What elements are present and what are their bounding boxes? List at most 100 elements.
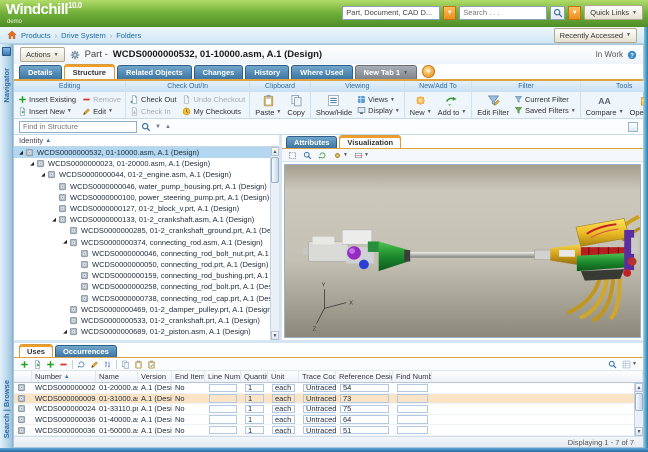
search-button[interactable] <box>550 6 565 20</box>
tab-history[interactable]: History <box>245 65 289 79</box>
column-header-number[interactable]: Number▲ <box>32 371 96 382</box>
tab-structure[interactable]: Structure <box>64 64 115 79</box>
paste-button[interactable]: Paste▼ <box>254 94 282 117</box>
select-button[interactable] <box>288 151 297 160</box>
cell-input-ref_designator[interactable]: 54 <box>340 384 389 393</box>
cell-find_number[interactable] <box>393 404 432 414</box>
column-header-line_number[interactable]: Line Number <box>205 371 241 382</box>
new-tab-button[interactable]: + <box>422 65 435 78</box>
tab-related-objects[interactable]: Related Objects <box>117 65 192 79</box>
reorient-button[interactable] <box>318 151 327 160</box>
cell-quantity[interactable]: 1 <box>241 394 268 404</box>
tree-row[interactable]: WCDS0000000469, 01-2_damper_pulley.prt, … <box>14 304 270 315</box>
3d-viewer[interactable]: Y X Z <box>284 164 641 338</box>
tab-changes[interactable]: Changes <box>194 65 244 79</box>
cell-input-ref_designator[interactable]: 75 <box>340 405 389 414</box>
cell-input-unit[interactable]: each <box>272 384 295 393</box>
cell-input-find_number[interactable] <box>397 384 428 393</box>
cell-ref_designator[interactable]: 64 <box>336 415 393 425</box>
search-browse-label[interactable]: Search | Browse <box>2 380 11 438</box>
column-header-unit[interactable]: Unit <box>268 371 299 382</box>
tree-row[interactable]: WCDS0000000738, connecting_rod_cap.prt, … <box>14 292 270 303</box>
quick-links-button[interactable]: Quick Links▼ <box>584 5 643 20</box>
search-button[interactable] <box>608 360 617 369</box>
search-scope-dropdown-icon[interactable]: ▼ <box>443 6 456 20</box>
cell-trace_code[interactable]: Untraced <box>299 394 336 404</box>
uses-scrollbar[interactable]: ▲ ▼ <box>634 383 643 436</box>
cell-quantity[interactable]: 1 <box>241 383 268 393</box>
cell-quantity[interactable]: 1 <box>241 425 268 435</box>
cell-line_number[interactable] <box>205 394 241 404</box>
cell-input-trace_code[interactable]: Untraced <box>303 394 336 403</box>
navigator-toggle-icon[interactable] <box>2 47 11 56</box>
find-icon[interactable] <box>141 122 151 132</box>
tree-row[interactable]: WCDS0000000046, connecting_rod_bolt_nut.… <box>14 248 270 259</box>
cell-input-unit[interactable]: each <box>272 394 295 403</box>
tree-row[interactable]: ◢WCDS0000000044, 01-2_engine.asm, A.1 (D… <box>14 169 270 180</box>
collapse-icon[interactable]: ◢ <box>50 217 58 223</box>
cell-unit[interactable]: each <box>268 383 299 393</box>
refresh-button[interactable] <box>77 360 86 369</box>
cell-input-quantity[interactable]: 1 <box>245 405 264 414</box>
edit-filter-button[interactable]: Edit Filter <box>476 94 510 117</box>
tree-row[interactable]: WCDS0000000100, power_steering_pump.prt,… <box>14 192 270 203</box>
tree-row[interactable]: ◢WCDS0000000374, connecting_rod.asm, A.1… <box>14 237 270 248</box>
column-header-find_number[interactable]: Find Number <box>393 371 432 382</box>
edit-button[interactable] <box>90 360 99 369</box>
reorder-button[interactable] <box>103 360 112 369</box>
show-hide-button[interactable]: Show/Hide <box>315 94 353 117</box>
cell-ref_designator[interactable]: 73 <box>336 394 393 404</box>
cell-trace_code[interactable]: Untraced <box>299 404 336 414</box>
tree-row[interactable]: WCDS0000000159, connecting_rod_bushing.p… <box>14 270 270 281</box>
find-in-structure-input[interactable] <box>19 121 137 133</box>
tree-column-header[interactable]: Identity▲ <box>14 135 279 147</box>
copy-button[interactable]: Copy <box>286 94 306 117</box>
expand-pane-icon[interactable] <box>628 122 638 132</box>
tab-occurrences[interactable]: Occurrences <box>55 345 117 357</box>
scroll-up-icon[interactable]: ▲ <box>635 383 643 392</box>
paste-special-button[interactable] <box>147 360 156 369</box>
table-row[interactable]: WCDS000000009401-31000.asmA.1 (Design)No… <box>14 394 634 405</box>
tree-row[interactable]: ◢WCDS0000000023, 01-20000.asm, A.1 (Desi… <box>14 158 270 169</box>
cell-input-quantity[interactable]: 1 <box>245 394 264 403</box>
tab-uses[interactable]: Uses <box>19 344 53 357</box>
cell-input-ref_designator[interactable]: 73 <box>340 394 389 403</box>
cell-input-unit[interactable]: each <box>272 405 295 414</box>
scroll-thumb[interactable] <box>635 393 643 411</box>
table-row[interactable]: WCDS000000002301-20000.asmA.1 (Design)No… <box>14 383 634 394</box>
tab-visualization[interactable]: Visualization <box>339 135 401 148</box>
actions-button[interactable]: Actions▼ <box>20 47 65 62</box>
cell-unit[interactable]: each <box>268 415 299 425</box>
scroll-down-icon[interactable]: ▼ <box>271 331 279 340</box>
scroll-thumb[interactable] <box>271 157 279 183</box>
cell-quantity[interactable]: 1 <box>241 404 268 414</box>
tree-row[interactable]: ◢WCDS0000000133, 01-2_crankshaft.asm, A.… <box>14 214 270 225</box>
find-next-icon[interactable]: ▼ <box>155 124 161 130</box>
tree-row[interactable]: WCDS0000000046, water_pump_housing.prt, … <box>14 181 270 192</box>
home-icon[interactable] <box>7 30 17 40</box>
cell-find_number[interactable] <box>393 425 432 435</box>
cell-input-ref_designator[interactable]: 51 <box>340 426 389 435</box>
cell-line_number[interactable] <box>205 404 241 414</box>
cell-line_number[interactable] <box>205 383 241 393</box>
cell-ref_designator[interactable]: 54 <box>336 383 393 393</box>
saved-filters-button[interactable]: Saved Filters▼ <box>514 106 576 115</box>
tree-row[interactable]: ◢WCDS0000000689, 01-2_piston.asm, A.1 (D… <box>14 326 270 337</box>
cell-line_number[interactable] <box>205 415 241 425</box>
cell-line_number[interactable] <box>205 425 241 435</box>
cell-find_number[interactable] <box>393 415 432 425</box>
column-header-version[interactable]: Version <box>138 371 172 382</box>
insert-existing-button[interactable]: Insert Existing <box>18 95 76 104</box>
collapse-icon[interactable]: ◢ <box>61 239 69 245</box>
cell-input-find_number[interactable] <box>397 415 428 424</box>
collapse-icon[interactable]: ◢ <box>61 329 69 335</box>
cell-trace_code[interactable]: Untraced <box>299 425 336 435</box>
cell-ref_designator[interactable]: 75 <box>336 404 393 414</box>
copy-button[interactable] <box>121 360 130 369</box>
cell-input-line_number[interactable] <box>209 384 237 393</box>
cell-input-quantity[interactable]: 1 <box>245 426 264 435</box>
compare-button[interactable]: AACompare▼ <box>585 94 625 117</box>
scroll-down-icon[interactable]: ▼ <box>635 427 643 436</box>
tab-attributes[interactable]: Attributes <box>286 136 337 148</box>
tree-row[interactable]: WCDS0000000258, connecting_rod_bolt.prt,… <box>14 281 270 292</box>
